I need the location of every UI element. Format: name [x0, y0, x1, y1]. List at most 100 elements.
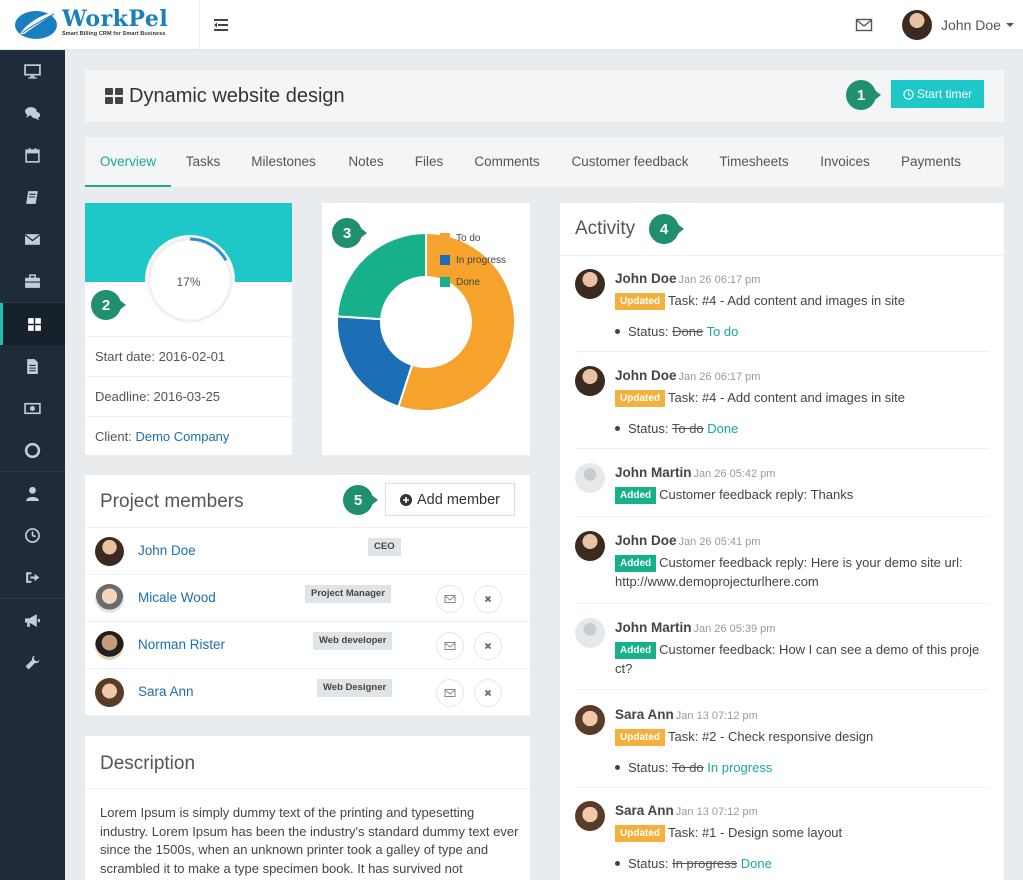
avatar	[575, 269, 605, 299]
old-status: To do	[671, 421, 704, 436]
member-row: Micale Wood Project Manager	[85, 574, 530, 621]
sidebar-item-mail[interactable]	[0, 218, 65, 260]
wrench-icon	[25, 655, 40, 669]
activity-user[interactable]: John Doe	[615, 533, 677, 548]
bullet	[615, 426, 620, 431]
tab-customer-feedback[interactable]: Customer feedback	[556, 137, 704, 187]
start-timer-label: Start timer	[916, 87, 973, 101]
envelope-icon	[444, 642, 456, 650]
legend-item: To do	[440, 227, 506, 249]
callout-number: 1	[846, 80, 876, 110]
activity-text: Task: #4 - Add content and images in sit…	[668, 390, 906, 405]
old-status: To do	[671, 760, 704, 775]
envelope-icon[interactable]	[855, 17, 873, 33]
pie-slice-in-progress	[336, 315, 414, 408]
briefcase-icon	[25, 273, 40, 288]
activity-user[interactable]: John Doe	[615, 271, 677, 286]
status-label: Status:	[628, 856, 669, 871]
tab-notes[interactable]: Notes	[332, 137, 400, 187]
activity-user[interactable]: John Martin	[615, 620, 692, 635]
sidebar-item-payments[interactable]	[0, 387, 65, 429]
user-name: John Doe	[941, 17, 1001, 33]
sidebar-item-messages[interactable]	[0, 92, 65, 134]
sidebar-item-dashboard[interactable]	[0, 50, 65, 92]
bullet	[615, 765, 620, 770]
legend-swatch	[440, 233, 450, 243]
envelope-icon	[444, 689, 456, 697]
status-label: Status:	[628, 760, 669, 775]
sidebar-item-projects[interactable]	[0, 260, 65, 302]
callout-number: 3	[332, 218, 362, 248]
member-name[interactable]: Norman Rister	[138, 637, 225, 652]
message-member-button[interactable]	[436, 632, 464, 660]
activity-user[interactable]: Sara Ann	[615, 803, 674, 818]
member-name[interactable]: Sara Ann	[138, 684, 194, 699]
sidebar-item-announcements[interactable]	[0, 599, 65, 641]
sidebar-item-notes[interactable]	[0, 176, 65, 218]
monitor-icon	[24, 63, 41, 79]
member-name[interactable]: John Doe	[138, 543, 196, 558]
sidebar-item-users[interactable]	[0, 472, 65, 514]
avatar	[575, 366, 605, 396]
tab-milestones[interactable]: Milestones	[235, 137, 332, 187]
start-timer-button[interactable]: Start timer	[891, 80, 984, 108]
description-body: Lorem Ipsum is simply dummy text of the …	[100, 805, 519, 876]
tab-tasks[interactable]: Tasks	[171, 137, 235, 187]
message-member-button[interactable]	[436, 679, 464, 707]
activity-text: Task: #4 - Add content and images in sit…	[668, 293, 906, 308]
activity-item: John Martin Jan 26 05:42 pm Added Customer…	[575, 463, 989, 513]
user-menu[interactable]: John Doe	[902, 10, 1014, 40]
sidebar-item-logout[interactable]	[0, 556, 65, 598]
sign-out-icon	[26, 571, 40, 583]
logo-tagline: Smart Billing CRM for Smart Business	[62, 31, 166, 37]
progress-card: 17% Start date: 2016-02-01 Deadline: 201…	[85, 203, 292, 455]
activity-user[interactable]: John Martin	[615, 465, 692, 480]
close-icon	[484, 642, 492, 650]
legend-item: In progress	[440, 249, 506, 271]
sidebar-item-calendar[interactable]	[0, 134, 65, 176]
client-link[interactable]: Demo Company	[135, 429, 229, 444]
tab-files[interactable]: Files	[400, 137, 458, 187]
tab-timesheets[interactable]: Timesheets	[704, 137, 804, 187]
sidebar-item-settings[interactable]	[0, 641, 65, 683]
remove-member-button[interactable]	[474, 679, 502, 707]
avatar	[902, 10, 932, 40]
sidebar-item-support[interactable]	[0, 429, 65, 471]
tab-payments[interactable]: Payments	[886, 137, 976, 187]
divider	[560, 255, 1004, 256]
tab-invoices[interactable]: Invoices	[804, 137, 886, 187]
tab-overview[interactable]: Overview	[85, 137, 171, 187]
description-title: Description	[100, 753, 196, 774]
logo[interactable]: WorkPel Smart Billing CRM for Smart Busi…	[0, 0, 200, 50]
sidebar-item-overview[interactable]	[0, 303, 65, 345]
clock-icon	[25, 527, 40, 543]
callout-marker: 3	[332, 218, 372, 248]
activity-user[interactable]: Sara Ann	[615, 707, 674, 722]
tab-comments[interactable]: Comments	[458, 137, 556, 187]
sidebar-item-timesheets[interactable]	[0, 514, 65, 556]
comments-icon	[25, 106, 41, 120]
activity-item: John Doe Jan 26 06:17 pm Updated Task: #4 …	[575, 366, 989, 436]
message-member-button[interactable]	[436, 585, 464, 613]
activity-text: Task: #1 - Design some layout	[668, 825, 843, 840]
old-status: In progress	[672, 856, 738, 871]
add-member-button[interactable]: Add member	[385, 483, 515, 516]
sidebar-item-documents[interactable]	[0, 345, 65, 387]
activity-text: Customer feedback reply: Here is your de…	[615, 555, 963, 589]
divider	[575, 351, 989, 352]
status-badge: Added	[615, 555, 657, 572]
status-badge: Updated	[615, 293, 665, 310]
members-title: Project members	[100, 491, 244, 512]
close-icon	[484, 689, 492, 697]
add-member-label: Add member	[416, 491, 500, 508]
remove-member-button[interactable]	[474, 632, 502, 660]
menu-toggle-icon[interactable]	[214, 17, 232, 33]
new-status: To do	[706, 324, 739, 339]
activity-time: Jan 26 05:39 pm	[693, 623, 776, 635]
callout-number: 4	[649, 214, 679, 244]
activity-user[interactable]: John Doe	[615, 368, 677, 383]
member-name[interactable]: Micale Wood	[138, 590, 216, 605]
activity-time: Jan 13 07:12 pm	[675, 710, 758, 722]
chevron-down-icon	[1005, 23, 1014, 27]
remove-member-button[interactable]	[474, 585, 502, 613]
